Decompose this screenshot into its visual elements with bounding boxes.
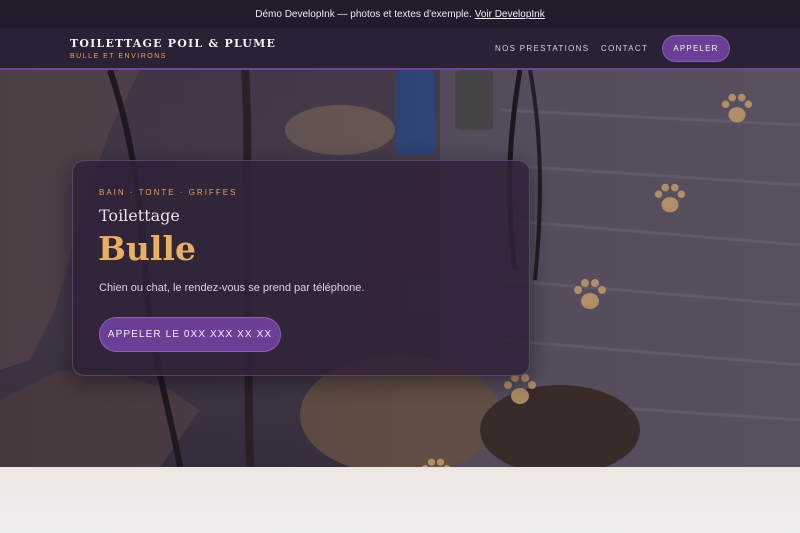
hero-name: Bulle — [98, 229, 196, 268]
hero-card: BAIN · TONTE · GRIFFES Toilettage Bulle … — [72, 160, 530, 376]
nav-link-contact[interactable]: CONTACT — [601, 44, 648, 53]
hero-section: BAIN · TONTE · GRIFFES Toilettage Bulle … — [0, 70, 800, 467]
brand-title[interactable]: TOILETTAGE POIL & PLUME — [70, 37, 276, 50]
hero-eyebrow: BAIN · TONTE · GRIFFES — [99, 188, 238, 197]
hero-text: Chien ou chat, le rendez-vous se prend p… — [99, 282, 365, 294]
nav-link-prestations[interactable]: NOS PRESTATIONS — [495, 44, 589, 53]
brand-subtitle: BULLE ET ENVIRONS — [70, 53, 167, 60]
demo-banner-text: Démo DevelopInk — photos et textes d'exe… — [255, 8, 472, 20]
paw-icon — [721, 93, 753, 123]
demo-banner: Démo DevelopInk — photos et textes d'exe… — [0, 0, 800, 28]
hero-title: Toilettage — [99, 206, 180, 225]
site-header: TOILETTAGE POIL & PLUME BULLE ET ENVIRON… — [0, 28, 800, 70]
lower-section — [0, 467, 800, 533]
paw-icon — [504, 374, 536, 404]
demo-banner-link[interactable]: Voir DevelopInk — [475, 9, 545, 20]
paw-icon — [654, 183, 686, 213]
call-button[interactable]: APPELER — [662, 35, 730, 62]
hero-call-button[interactable]: APPELER LE 0XX XXX XX XX — [99, 317, 281, 352]
paw-icon — [421, 458, 451, 467]
paw-icon — [574, 279, 606, 309]
